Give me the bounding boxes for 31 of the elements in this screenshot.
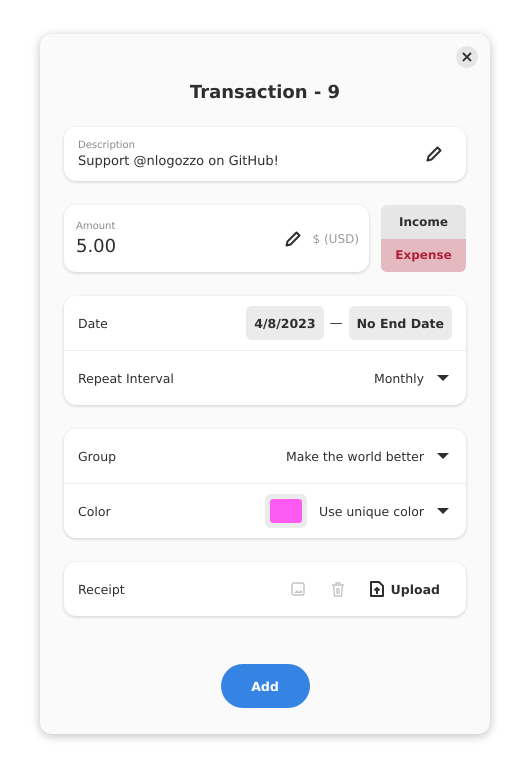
date-button[interactable]: 4/8/2023 <box>246 306 324 340</box>
caret-icon <box>436 374 450 382</box>
repeat-dropdown[interactable]: Monthly <box>374 370 452 386</box>
field-label: Description <box>78 140 136 150</box>
upload-icon <box>370 581 384 597</box>
pencil-icon[interactable] <box>426 146 442 162</box>
row-label: Repeat Interval <box>78 370 174 386</box>
type-toggle[interactable]: Expense <box>381 238 466 272</box>
add-button[interactable]: Add <box>220 664 310 708</box>
close-button[interactable]: × <box>456 46 478 68</box>
pencil-icon[interactable] <box>284 230 301 246</box>
color-dropdown[interactable]: Use unique color <box>319 504 452 518</box>
type-toggle[interactable]: Income <box>381 205 466 238</box>
row-label: Receipt <box>78 582 125 596</box>
caret-icon <box>436 452 450 460</box>
color-button[interactable] <box>265 494 308 528</box>
field-label: Amount <box>76 220 116 232</box>
date-separator: — <box>330 316 343 330</box>
date-button[interactable]: No End Date <box>348 306 452 340</box>
row-label: Group <box>78 448 116 464</box>
group-dropdown[interactable]: Make the world better <box>286 448 452 464</box>
description-field[interactable]: Description Support @nlogozzo on GitHub! <box>64 127 466 181</box>
dialog-title: Transaction - 9 <box>188 82 342 103</box>
field-value: Support @nlogozzo on GitHub! <box>78 154 279 168</box>
row-label: Color <box>78 504 111 518</box>
upload-button[interactable]: Upload <box>370 581 452 597</box>
row-label: Date <box>78 316 108 330</box>
currency-label: $ (USD) <box>312 232 359 246</box>
field-value: 5.00 <box>76 236 118 256</box>
amount-field[interactable]: Amount 5.00 $ (USD) <box>64 205 369 272</box>
caret-icon <box>436 507 450 515</box>
